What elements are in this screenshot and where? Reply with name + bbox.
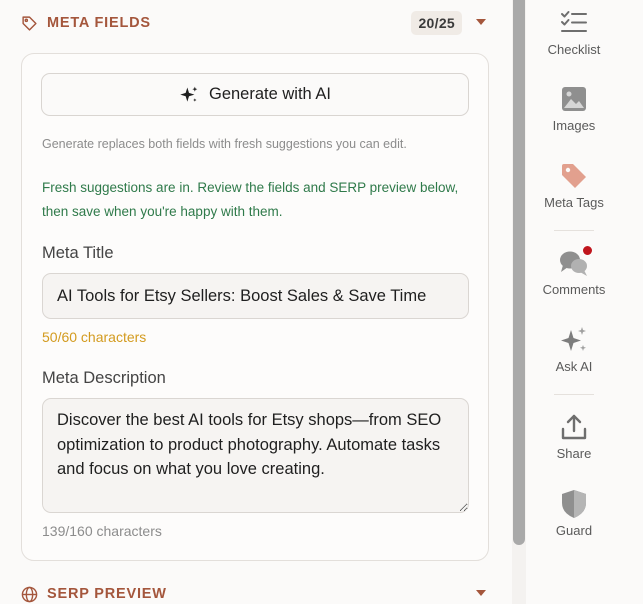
- rail-divider: [554, 394, 594, 395]
- sparkle-icon: [559, 325, 589, 355]
- meta-fields-title: META FIELDS: [47, 15, 151, 31]
- chevron-down-icon[interactable]: [476, 19, 486, 25]
- rail-item-label: Images: [552, 118, 596, 133]
- rail-item-label: Share: [556, 446, 592, 461]
- meta-title-input[interactable]: [42, 273, 469, 319]
- rail-item-share[interactable]: Share: [526, 412, 622, 461]
- meta-title-counter: 50/60 characters: [42, 329, 147, 345]
- serp-preview-header[interactable]: SERP PREVIEW: [20, 579, 490, 604]
- meta-description-textarea[interactable]: Discover the best AI tools for Etsy shop…: [42, 398, 469, 513]
- tag-outline-icon: [20, 14, 38, 32]
- image-icon: [559, 84, 589, 114]
- rail-item-label: Ask AI: [555, 359, 593, 374]
- tag-icon: [559, 161, 589, 191]
- rail-item-images[interactable]: Images: [526, 84, 622, 133]
- shield-icon: [559, 489, 589, 519]
- rail-item-meta-tags[interactable]: Meta Tags: [526, 161, 622, 210]
- share-icon: [559, 412, 589, 442]
- meta-description-label: Meta Description: [42, 369, 166, 387]
- success-message: Fresh suggestions are in. Review the fie…: [42, 180, 459, 219]
- app-root: META FIELDS 20/25 Generate with AI Gener…: [0, 0, 643, 604]
- rail-item-label: Meta Tags: [544, 195, 604, 210]
- chevron-down-icon[interactable]: [476, 590, 486, 596]
- meta-fields-count-badge: 20/25: [411, 11, 462, 35]
- main-panel: META FIELDS 20/25 Generate with AI Gener…: [0, 0, 512, 604]
- rail-divider: [554, 230, 594, 231]
- rail-item-label: Comments: [542, 282, 606, 297]
- meta-description-counter: 139/160 characters: [42, 523, 162, 539]
- rail-item-label: Guard: [555, 523, 593, 538]
- rail-item-label: Checklist: [547, 42, 601, 57]
- meta-fields-header[interactable]: META FIELDS 20/25: [20, 8, 490, 38]
- rail-item-checklist[interactable]: Checklist: [526, 8, 622, 57]
- scrollbar-thumb[interactable]: [513, 0, 525, 545]
- rail-item-ask-ai[interactable]: Ask AI: [526, 325, 622, 374]
- globe-icon: [20, 585, 38, 603]
- notification-dot: [583, 246, 592, 255]
- generate-with-ai-button[interactable]: Generate with AI: [41, 73, 469, 116]
- sparkle-icon: [179, 85, 199, 105]
- checklist-icon: [559, 8, 589, 38]
- serp-preview-title: SERP PREVIEW: [47, 586, 167, 602]
- meta-fields-card: Generate with AI Generate replaces both …: [21, 53, 489, 561]
- comments-icon: [559, 246, 592, 278]
- generate-with-ai-label: Generate with AI: [209, 85, 331, 103]
- generate-hint-text: Generate replaces both fields with fresh…: [42, 137, 407, 151]
- rail-item-guard[interactable]: Guard: [526, 489, 622, 538]
- meta-title-label: Meta Title: [42, 244, 114, 262]
- rail-item-comments[interactable]: Comments: [526, 246, 622, 297]
- right-rail: Checklist Images Meta Tags Comments Ask …: [526, 0, 643, 604]
